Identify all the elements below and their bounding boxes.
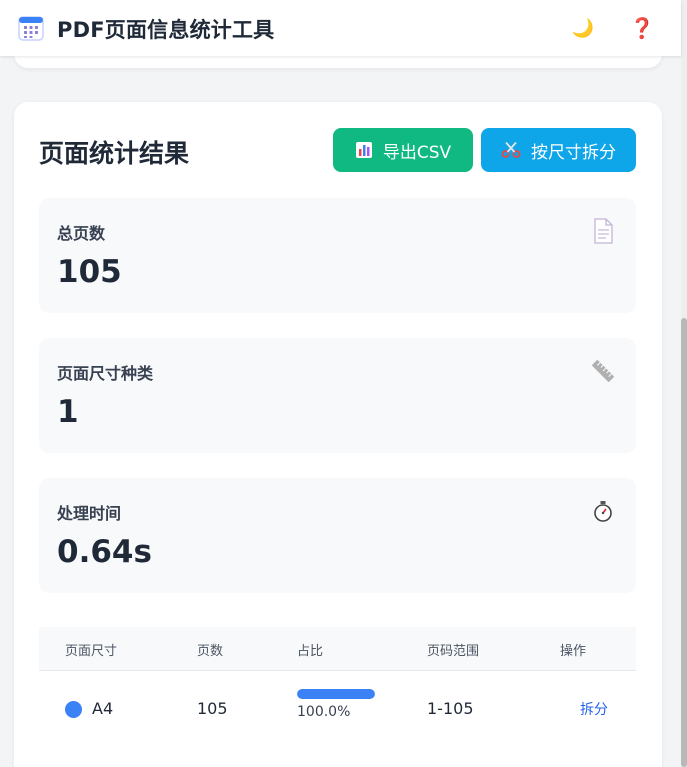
app-header: PDF页面信息统计工具 🌙 ❓: [0, 0, 681, 56]
stat-value: 105: [57, 254, 122, 290]
help-button[interactable]: ❓: [628, 14, 656, 42]
bar-chart-icon: [355, 142, 372, 158]
moon-icon: 🌙: [571, 17, 595, 39]
column-header-range: 页码范围: [427, 644, 480, 659]
split-by-size-label: 按尺寸拆分: [531, 142, 616, 163]
scissors-icon: [501, 141, 521, 158]
calendar-grid-icon: [18, 16, 44, 41]
column-header-size: 页面尺寸: [65, 644, 118, 659]
stat-label: 总页数: [57, 224, 106, 243]
ratio-progress-fill: [297, 689, 375, 699]
stopwatch-icon: [594, 501, 612, 522]
export-csv-label: 导出CSV: [382, 142, 452, 163]
results-card: 页面统计结果 导出CSV 按尺寸拆分 总页数 105 页面尺寸种类 1 处理时间…: [14, 102, 662, 767]
ratio-progress-bar: [297, 689, 375, 699]
app-title: PDF页面信息统计工具: [57, 18, 275, 42]
cell-page-range: 1-105: [427, 699, 474, 718]
stat-card-processing-time: 处理时间 0.64s: [39, 478, 636, 593]
column-header-ratio: 占比: [297, 644, 324, 659]
question-icon: ❓: [629, 16, 655, 40]
scrollbar-thumb[interactable]: [681, 318, 687, 767]
size-color-dot: [65, 701, 82, 718]
split-action-link[interactable]: 拆分: [580, 699, 608, 719]
split-by-size-button[interactable]: 按尺寸拆分: [481, 128, 636, 172]
stat-card-total-pages: 总页数 105: [39, 198, 636, 313]
column-header-action: 操作: [560, 644, 587, 659]
export-csv-button[interactable]: 导出CSV: [333, 128, 473, 172]
stat-value: 1: [57, 394, 79, 430]
cell-size: A4: [92, 699, 114, 718]
stat-label: 页面尺寸种类: [57, 364, 154, 383]
stat-card-size-kinds: 页面尺寸种类 1: [39, 338, 636, 453]
theme-toggle-button[interactable]: 🌙: [569, 14, 597, 42]
stat-value: 0.64s: [57, 534, 152, 570]
document-icon: [594, 218, 613, 244]
page-size-table: 页面尺寸 页数 占比 页码范围 操作 A4 105 100.0% 1-105 拆…: [39, 627, 636, 746]
results-title: 页面统计结果: [39, 139, 190, 168]
column-header-pages: 页数: [197, 644, 224, 659]
table-header: 页面尺寸 页数 占比 页码范围 操作: [39, 627, 636, 671]
stat-label: 处理时间: [57, 504, 122, 523]
cell-pages: 105: [197, 699, 228, 718]
table-row: A4 105 100.0% 1-105 拆分: [39, 671, 636, 746]
cell-ratio-label: 100.0%: [297, 704, 351, 720]
ruler-icon: [592, 360, 614, 382]
